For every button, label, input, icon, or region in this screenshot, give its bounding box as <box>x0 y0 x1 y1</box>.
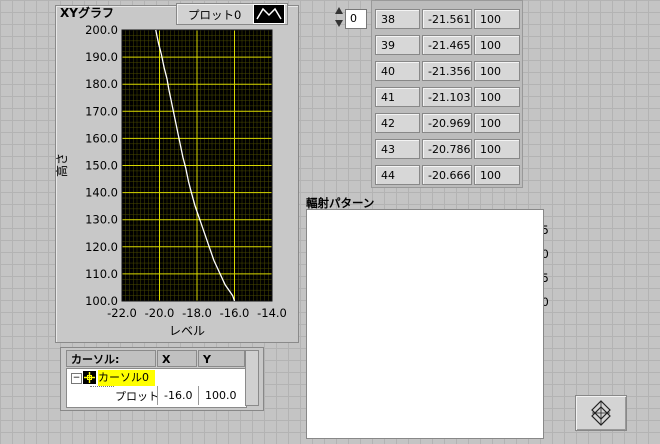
table-y-cell[interactable]: 100 <box>474 9 520 29</box>
table-x-cell[interactable]: -21.103 <box>422 87 472 107</box>
table-x-cell[interactable]: -20.786 <box>422 139 472 159</box>
x-tick-label: -14.0 <box>257 306 287 320</box>
table-x-cell[interactable]: -21.561 <box>422 9 472 29</box>
y-tick-label: 100.0 <box>85 294 118 308</box>
array-index-input[interactable]: 0 <box>345 9 367 29</box>
table-x-cell[interactable]: -21.465 <box>422 35 472 55</box>
y-tick-label: 110.0 <box>85 267 118 281</box>
x-tick-label: -16.0 <box>220 306 250 320</box>
table-index-cell[interactable]: 44 <box>375 165 420 185</box>
x-tick-label: -18.0 <box>182 306 212 320</box>
y-tick-label: 170.0 <box>85 104 118 118</box>
table-x-cell[interactable]: -20.666 <box>422 165 472 185</box>
table-index-cell[interactable]: 41 <box>375 87 420 107</box>
index-spinner-icon[interactable] <box>333 4 345 30</box>
cursor-scrollbar[interactable] <box>245 350 259 406</box>
y-tick-label: 200.0 <box>85 23 118 37</box>
table-y-cell[interactable]: 100 <box>474 165 520 185</box>
x-tick-label: -22.0 <box>107 306 137 320</box>
y-tick-label: 180.0 <box>85 77 118 91</box>
table-index-cell[interactable]: 39 <box>375 35 420 55</box>
cursor-style-icon[interactable] <box>83 371 96 384</box>
graph-palette-button[interactable] <box>575 395 627 431</box>
cursor-header-y: Y <box>198 350 245 367</box>
y-tick-label: 130.0 <box>85 213 118 227</box>
y-tick-label: 150.0 <box>85 159 118 173</box>
x-axis-label: レベル <box>169 324 205 338</box>
cursor-header-name: カーソル: <box>66 350 156 367</box>
y-tick-label: 160.0 <box>85 131 118 145</box>
table-x-cell[interactable]: -21.356 <box>422 61 472 81</box>
x-tick-label: -20.0 <box>145 306 175 320</box>
cursor-plot-name: プロット <box>115 390 157 403</box>
table-y-cell[interactable]: 100 <box>474 61 520 81</box>
table-y-cell[interactable]: 100 <box>474 113 520 133</box>
table-y-cell[interactable]: 100 <box>474 139 520 159</box>
table-x-cell[interactable]: -20.969 <box>422 113 472 133</box>
y-tick-label: 140.0 <box>85 186 118 200</box>
table-index-cell[interactable]: 40 <box>375 61 420 81</box>
table-y-cell[interactable]: 100 <box>474 87 520 107</box>
y-tick-label: 120.0 <box>85 240 118 254</box>
cursor-x-value[interactable]: -16.0 <box>157 386 197 405</box>
expand-toggle-icon[interactable]: − <box>71 373 82 384</box>
y-tick-label: 190.0 <box>85 50 118 64</box>
pan-zoom-icon <box>591 400 611 426</box>
tree-connector <box>90 386 114 387</box>
table-y-cell[interactable]: 100 <box>474 35 520 55</box>
table-index-cell[interactable]: 43 <box>375 139 420 159</box>
table-index-cell[interactable]: 38 <box>375 9 420 29</box>
cursor-y-value[interactable]: 100.0 <box>198 386 245 405</box>
table-index-cell[interactable]: 42 <box>375 113 420 133</box>
cursor-name[interactable]: カーソル0 <box>98 370 155 386</box>
polar-plot-area <box>306 209 544 439</box>
y-axis-label: 高さ <box>54 153 69 177</box>
cursor-header-x: X <box>157 350 197 367</box>
